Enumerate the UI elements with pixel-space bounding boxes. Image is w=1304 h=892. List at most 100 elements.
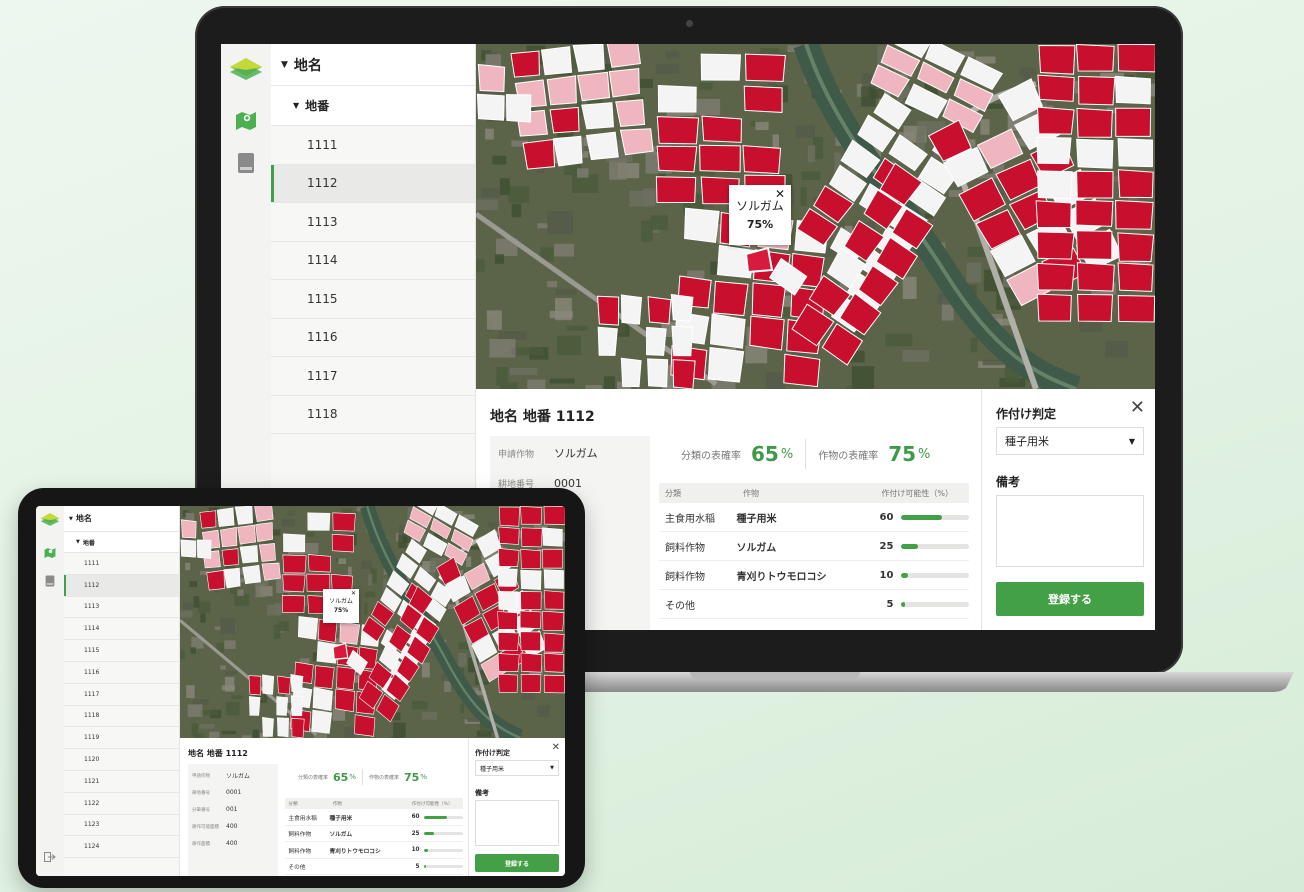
- info-row: 耕作面積 400: [188, 836, 278, 851]
- probability-bar-fill: [901, 601, 905, 607]
- caret-down-icon: ▼: [293, 101, 300, 110]
- crop-agreement-value: 75: [404, 770, 420, 784]
- crop-agreement-label: 作物の表確率: [368, 774, 399, 781]
- caret-down-icon: ▼: [69, 515, 73, 522]
- tree-lot-item[interactable]: 1114: [271, 242, 475, 280]
- info-value: 0001: [226, 789, 242, 796]
- tree-area-heading[interactable]: ▼ 地名: [64, 506, 179, 532]
- caret-down-icon: ▼: [1128, 436, 1135, 446]
- tree-lot-item[interactable]: 1112: [64, 574, 179, 597]
- judgement-select[interactable]: 種子用米 ▼: [996, 427, 1144, 455]
- tree-lot-item[interactable]: 1116: [64, 662, 179, 684]
- probability-table: 分類 作物 作付け可能性（%） 主食用水稲 種子用米 60 飼料作物 ソルガム 25 飼料作物 青刈…: [285, 798, 463, 876]
- tree-lot-item[interactable]: 1123: [64, 815, 179, 837]
- map-icon[interactable]: [44, 543, 56, 562]
- probability-bar: [424, 832, 463, 836]
- close-icon[interactable]: ✕: [552, 742, 560, 753]
- table-row: その他 5: [285, 859, 463, 876]
- info-label: 耕作面積: [192, 841, 210, 847]
- tree-lot-item[interactable]: 1115: [64, 640, 179, 662]
- row-value: 10: [411, 847, 420, 854]
- parcel-map[interactable]: [180, 506, 565, 738]
- table-row: 飼料作物 ソルガム 25: [285, 826, 463, 843]
- tree-lot-item[interactable]: 1114: [64, 618, 179, 641]
- satellite-map[interactable]: ✕ ソルガム 75%: [476, 44, 1155, 389]
- selected-option: 種子用米: [1005, 435, 1049, 448]
- laptop-camera: [686, 20, 693, 27]
- close-icon[interactable]: ✕: [1130, 397, 1145, 418]
- tree-lot-item[interactable]: 1122: [64, 793, 179, 815]
- info-row: 耕地番号 0001: [188, 785, 278, 800]
- tree-lot-item[interactable]: 1121: [64, 771, 179, 793]
- tree-lot-item[interactable]: 1116: [271, 319, 475, 357]
- tree-lot-item[interactable]: 1113: [271, 203, 475, 242]
- tree-lot-item[interactable]: 1117: [64, 684, 179, 706]
- table-header: 分類 作物 作付け可能性（%）: [285, 798, 463, 810]
- table-row: 主食用水稲 種子用米 60: [659, 503, 969, 532]
- agreement-block: 分類の表確率 65 % 作物の表確率 75 %: [681, 439, 971, 469]
- table-row: 飼料作物 青刈りトウモロコシ 10: [659, 561, 969, 590]
- app-logo: [40, 512, 60, 531]
- lot-list: 1111 1112 1113 1114 1115 1116 1117 1118 1119 1120…: [64, 553, 179, 859]
- category-agreement-label: 分類の表確率: [298, 774, 329, 781]
- parcel-map[interactable]: [476, 44, 1155, 389]
- detail-title: 地名 地番 1112: [188, 749, 248, 758]
- probability-bar-fill: [424, 865, 426, 869]
- tree-lot-item[interactable]: 1112: [271, 164, 475, 203]
- book-icon[interactable]: [45, 572, 55, 591]
- row-value: 5: [415, 863, 420, 870]
- info-row: 耕作可能面積 400: [188, 819, 278, 834]
- tree-lot-item[interactable]: 1124: [64, 836, 179, 859]
- tree-lot-item[interactable]: 1118: [64, 706, 179, 728]
- row-crop: 種子用米: [736, 513, 777, 525]
- satellite-map[interactable]: ✕ ソルガム 75%: [180, 506, 565, 738]
- tree-lot-item[interactable]: 1113: [64, 597, 179, 619]
- row-category: 飼料作物: [288, 832, 312, 839]
- divider: [361, 769, 363, 785]
- column-header: 作物: [332, 801, 342, 807]
- close-icon[interactable]: ✕: [775, 187, 785, 201]
- row-category: 飼料作物: [665, 542, 705, 554]
- popup-crop: ソルガム: [329, 598, 353, 605]
- tree-lot-item[interactable]: 1115: [271, 280, 475, 319]
- tree-area-label: 地名: [75, 514, 92, 523]
- book-icon[interactable]: [237, 152, 255, 178]
- caret-down-icon: ▼: [550, 765, 554, 771]
- caret-down-icon: ▼: [76, 539, 80, 545]
- tree-lot-heading[interactable]: ▼ 地番: [271, 86, 475, 126]
- tree-lot-item[interactable]: 1120: [64, 749, 179, 771]
- tree-area-heading[interactable]: ▼ 地名: [271, 44, 475, 86]
- tree-lot-item[interactable]: 1117: [271, 357, 475, 396]
- register-button[interactable]: 登録する: [996, 582, 1144, 616]
- remarks-label: 備考: [996, 475, 1021, 489]
- probability-bar: [424, 815, 463, 819]
- row-category: その他: [665, 600, 695, 612]
- tree-lot-item[interactable]: 1119: [64, 727, 179, 750]
- info-value: ソルガム: [554, 447, 598, 460]
- laptop-notch: [690, 672, 860, 679]
- row-value: 60: [411, 814, 420, 821]
- percent-unit: %: [780, 446, 794, 462]
- remarks-label: 備考: [475, 789, 489, 797]
- row-category: 飼料作物: [665, 571, 705, 583]
- remarks-textarea[interactable]: [475, 800, 559, 846]
- selected-option: 種子用米: [480, 765, 505, 773]
- close-icon[interactable]: ✕: [351, 590, 356, 597]
- probability-table: 分類 作物 作付け可能性（%） 主食用水稲 種子用米 60 飼料作物 ソルガム 25 飼料作物 青刈…: [659, 483, 969, 619]
- judgement-select[interactable]: 種子用米 ▼: [475, 760, 559, 776]
- map-icon[interactable]: [235, 110, 257, 134]
- crop-agreement-label: 作物の表確率: [818, 450, 879, 462]
- tree-lot-heading[interactable]: ▼ 地番: [64, 532, 179, 553]
- tree-lot-item[interactable]: 1111: [271, 126, 475, 165]
- register-button[interactable]: 登録する: [475, 854, 559, 872]
- row-category: その他: [288, 865, 306, 872]
- column-header: 作付け可能性（%）: [411, 801, 453, 807]
- column-header: 分類: [288, 801, 298, 807]
- tree-lot-item[interactable]: 1111: [64, 553, 179, 575]
- probability-bar: [901, 601, 969, 607]
- tree-lot-item[interactable]: 1118: [271, 396, 475, 434]
- remarks-textarea[interactable]: [996, 495, 1144, 567]
- detail-title: 地名 地番 1112: [490, 409, 595, 425]
- logout-icon[interactable]: [44, 847, 56, 866]
- percent-unit: %: [420, 773, 427, 781]
